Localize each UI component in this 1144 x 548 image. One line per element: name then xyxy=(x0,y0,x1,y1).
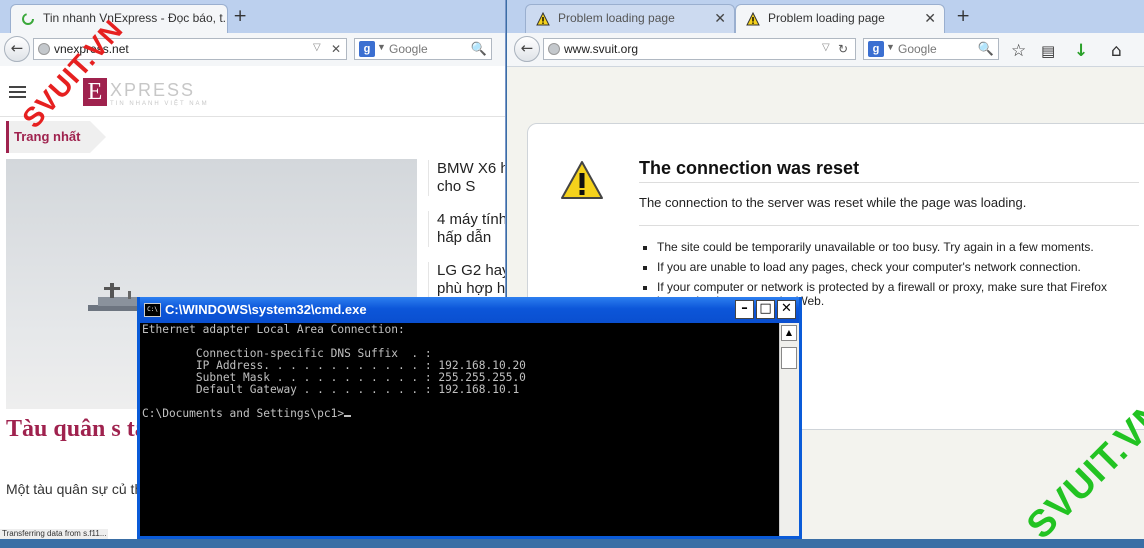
url-bar[interactable]: www.svuit.org ▽ ↻ xyxy=(543,38,856,60)
globe-icon xyxy=(38,43,50,55)
url-text: vnexpress.net xyxy=(54,42,129,56)
search-magnifier-icon[interactable]: 🔍 xyxy=(978,41,994,57)
new-tab-plus-icon[interactable]: + xyxy=(956,6,970,26)
url-dropdown-icon[interactable]: ▽ xyxy=(313,42,321,53)
cmd-titlebar[interactable]: C:\ C:\WINDOWS\system32\cmd.exe – □ ✕ xyxy=(140,297,799,323)
back-arrow-icon[interactable]: ← xyxy=(514,36,540,62)
description-divider xyxy=(639,225,1139,226)
cmd-app-icon[interactable]: C:\ xyxy=(144,303,161,317)
tab-problem-loading-2[interactable]: Problem loading page ✕ xyxy=(735,4,945,33)
left-nav-bar: ← vnexpress.net ▽ ✕ g ▼ Google 🔍 xyxy=(0,33,505,67)
url-bar[interactable]: vnexpress.net ▽ ✕ xyxy=(33,38,347,60)
title-divider xyxy=(639,182,1139,183)
engine-dropdown-icon[interactable]: ▼ xyxy=(886,42,895,52)
cmd-scrollbar[interactable]: ▲ xyxy=(779,323,799,536)
side-news-item-1[interactable]: BMW X6 hóa cho S xyxy=(428,160,505,196)
warning-triangle-icon xyxy=(561,161,603,199)
side-news-item-3[interactable]: LG G2 hay phù hợp h xyxy=(428,262,505,298)
right-nav-bar: ← www.svuit.org ▽ ↻ g ▼ Google 🔍 ☆ ▤ ↓ ⌂ xyxy=(507,33,1144,67)
tab-title: Tin nhanh VnExpress - Đọc báo, t... xyxy=(43,11,228,25)
section-label-trang-nhat[interactable]: Trang nhất xyxy=(6,121,106,153)
left-tab-strip: Tin nhanh VnExpress - Đọc báo, t... + xyxy=(0,0,505,34)
cmd-window[interactable]: C:\ C:\WINDOWS\system32\cmd.exe – □ ✕ Et… xyxy=(137,297,802,539)
globe-icon xyxy=(548,43,560,55)
hamburger-menu-icon[interactable] xyxy=(9,86,26,88)
tab-title: Problem loading page xyxy=(558,11,675,25)
side-news-item-2[interactable]: 4 máy tính hấp dẫn xyxy=(428,211,505,247)
loading-spinner-icon xyxy=(21,12,35,26)
download-arrow-icon[interactable]: ↓ xyxy=(1074,41,1088,61)
engine-dropdown-icon[interactable]: ▼ xyxy=(377,42,386,52)
warning-icon xyxy=(536,11,550,26)
reload-icon[interactable]: ↻ xyxy=(838,42,848,56)
right-tab-strip: Problem loading page ✕ Problem loading p… xyxy=(507,0,1144,34)
search-input[interactable]: g ▼ Google 🔍 xyxy=(354,38,492,60)
status-bar: Transferring data from s.f11... xyxy=(0,529,109,539)
search-input[interactable]: g ▼ Google 🔍 xyxy=(863,38,999,60)
vnexpress-header: E XPRESS TIN NHANH VIỆT NAM xyxy=(0,66,505,117)
scroll-up-icon[interactable]: ▲ xyxy=(781,325,797,341)
back-arrow-icon[interactable]: ← xyxy=(4,36,30,62)
google-engine-icon[interactable]: g xyxy=(359,41,375,57)
close-tab-icon[interactable]: ✕ xyxy=(714,10,726,27)
google-engine-icon[interactable]: g xyxy=(868,41,884,57)
close-icon[interactable]: ✕ xyxy=(777,300,796,319)
suggestion-item: The site could be temporarily unavailabl… xyxy=(657,240,1107,254)
tab-vnexpress[interactable]: Tin nhanh VnExpress - Đọc báo, t... xyxy=(10,4,228,33)
vnexpress-logo-subtext: TIN NHANH VIỆT NAM xyxy=(110,101,209,107)
vnexpress-logo[interactable]: E xyxy=(83,78,107,106)
maximize-icon[interactable]: □ xyxy=(756,300,775,319)
suggestion-item: If you are unable to load any pages, che… xyxy=(657,260,1107,274)
minimize-icon[interactable]: – xyxy=(735,300,754,319)
url-dropdown-icon[interactable]: ▽ xyxy=(822,42,830,53)
text-cursor xyxy=(344,415,352,417)
tab-title: Problem loading page xyxy=(768,11,885,25)
tab-problem-loading-1[interactable]: Problem loading page ✕ xyxy=(525,4,735,33)
cmd-output-text: Ethernet adapter Local Area Connection: … xyxy=(142,324,526,420)
stop-x-icon[interactable]: ✕ xyxy=(331,42,341,56)
new-tab-plus-icon[interactable]: + xyxy=(233,6,247,26)
home-icon[interactable]: ⌂ xyxy=(1111,41,1122,61)
vnexpress-logo-text: XPRESS xyxy=(110,80,196,100)
search-placeholder: Google xyxy=(898,42,937,56)
cmd-output[interactable]: Ethernet adapter Local Area Connection: … xyxy=(142,324,780,536)
error-description: The connection to the server was reset w… xyxy=(639,195,1027,210)
warning-icon xyxy=(746,11,760,26)
scroll-thumb[interactable] xyxy=(781,347,797,369)
error-title: The connection was reset xyxy=(639,158,860,178)
search-magnifier-icon[interactable]: 🔍 xyxy=(471,41,487,57)
search-placeholder: Google xyxy=(389,42,428,56)
close-tab-icon[interactable]: ✕ xyxy=(924,10,936,27)
url-text: www.svuit.org xyxy=(564,42,639,56)
bookmark-star-icon[interactable]: ☆ xyxy=(1011,41,1026,61)
bookmarks-list-icon[interactable]: ▤ xyxy=(1041,42,1055,60)
cmd-title: C:\WINDOWS\system32\cmd.exe xyxy=(165,302,367,317)
